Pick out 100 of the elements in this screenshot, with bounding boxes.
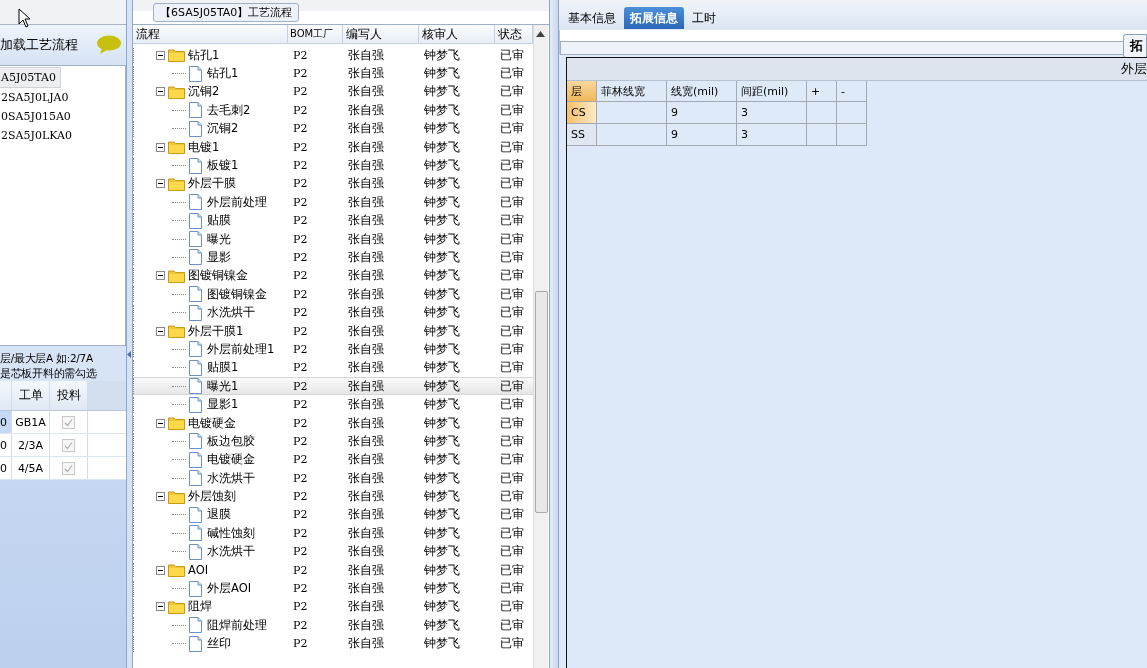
table-cell-text: 张自强 xyxy=(347,525,385,541)
side-button[interactable]: 拓 xyxy=(1123,34,1147,58)
table-cell-text: 钟梦飞 xyxy=(423,66,461,82)
table-row[interactable]: 板边包胶 P2 张自强 钟梦飞 已审 xyxy=(133,432,533,451)
table-cell-text: P2 xyxy=(292,582,309,595)
table-row[interactable]: 电镀1 P2 张自强 钟梦飞 已审 xyxy=(133,137,533,157)
table-cell-text: P2 xyxy=(292,251,309,264)
order-item[interactable]: A5J05TA0 xyxy=(0,67,62,88)
table-row[interactable]: 沉铜2 P2 张自强 钟梦飞 已审 xyxy=(133,82,533,102)
table-row[interactable]: 曝光 P2 张自强 钟梦飞 已审 xyxy=(133,229,533,249)
scrollbar[interactable] xyxy=(533,25,548,668)
step-name: 外层干膜1 xyxy=(188,323,244,339)
table-cell-text: 已审 xyxy=(499,378,525,394)
table-row[interactable]: 外层前处理 P2 张自强 钟梦飞 已审 xyxy=(133,193,533,212)
column-header[interactable]: - xyxy=(837,81,867,102)
scroll-up-icon[interactable] xyxy=(536,31,545,37)
collapse-toggle-icon[interactable] xyxy=(156,492,165,502)
table-cell: 3 xyxy=(737,102,807,124)
splitter-handle[interactable] xyxy=(549,0,559,668)
column-header[interactable]: 层 xyxy=(567,81,597,102)
collapse-toggle-icon[interactable] xyxy=(156,418,165,428)
table-cell-text: P2 xyxy=(292,195,309,209)
document-icon xyxy=(189,543,202,560)
document-icon xyxy=(189,580,202,597)
table-cell-text: 张自强 xyxy=(347,286,385,302)
collapse-toggle-icon[interactable] xyxy=(156,50,165,60)
step-name: 水洗烘干 xyxy=(207,544,255,560)
column-header[interactable]: 间距(mil) xyxy=(737,81,807,102)
table-row[interactable]: 电镀硬金 P2 张自强 钟梦飞 已审 xyxy=(133,450,533,469)
document-icon xyxy=(189,304,202,321)
order-item[interactable]: 2SA5J0LKA0 xyxy=(0,126,76,145)
tab[interactable]: 拓展信息 xyxy=(624,7,684,29)
column-header[interactable]: + xyxy=(807,81,837,102)
column-header[interactable]: 菲林线宽 xyxy=(597,81,667,102)
table-cell-text: 张自强 xyxy=(347,397,385,413)
column-header[interactable]: 线宽(mil) xyxy=(667,81,737,102)
table-row[interactable]: 外层蚀刻 P2 张自强 钟梦飞 已审 xyxy=(133,487,533,506)
collapse-toggle-icon[interactable] xyxy=(156,179,165,189)
collapse-toggle-icon[interactable] xyxy=(156,87,165,97)
table-row[interactable]: 钻孔1 P2 张自强 钟梦飞 已审 xyxy=(133,46,533,65)
splitter-handle[interactable] xyxy=(127,0,133,668)
table-cell-text: 张自强 xyxy=(347,47,385,63)
table-row[interactable]: 贴膜 P2 张自强 钟梦飞 已审 xyxy=(133,211,533,230)
tab[interactable]: 基本信息 xyxy=(562,7,622,29)
table-row[interactable]: 曝光1 P2 张自强 钟梦飞 已审 xyxy=(133,377,533,396)
table-row[interactable]: 外层干膜1 P2 张自强 钟梦飞 已审 xyxy=(133,321,533,341)
checkbox[interactable] xyxy=(62,461,75,475)
table-row[interactable]: 电镀硬金 P2 张自强 钟梦飞 已审 xyxy=(133,413,533,433)
table-row[interactable]: 退膜 P2 张自强 钟梦飞 已审 xyxy=(133,505,533,525)
step-name: 钻孔1 xyxy=(207,66,239,82)
table-row[interactable]: 去毛刺2 P2 张自强 钟梦飞 已审 xyxy=(133,101,533,120)
table-row[interactable]: 水洗烘干 P2 张自强 钟梦飞 已审 xyxy=(133,469,533,488)
table-row[interactable]: 图镀铜镍金 P2 张自强 钟梦飞 已审 xyxy=(133,266,533,286)
input-field[interactable] xyxy=(560,41,1123,55)
table-row[interactable]: 外层AOI P2 张自强 钟梦飞 已审 xyxy=(133,579,533,598)
checkbox[interactable] xyxy=(62,438,75,452)
table-row[interactable]: 阻焊前处理 P2 张自强 钟梦飞 已审 xyxy=(133,616,533,635)
collapse-toggle-icon[interactable] xyxy=(156,602,165,612)
order-item[interactable]: 0SA5J015A0 xyxy=(0,107,75,126)
collapse-toggle-icon[interactable] xyxy=(156,142,165,152)
table-cell-text: 张自强 xyxy=(347,102,385,118)
row-header[interactable]: CS xyxy=(567,102,597,124)
table-row[interactable]: 沉铜2 P2 张自强 钟梦飞 已审 xyxy=(133,119,533,138)
table-row[interactable]: 贴膜1 P2 张自强 钟梦飞 已审 xyxy=(133,358,533,378)
checkbox[interactable] xyxy=(62,415,75,429)
table-row[interactable]: 外层前处理1 P2 张自强 钟梦飞 已审 xyxy=(133,340,533,359)
table-row[interactable]: 碱性蚀刻 P2 张自强 钟梦飞 已审 xyxy=(133,524,533,543)
document-icon xyxy=(189,451,202,468)
table-row[interactable]: AOI P2 张自强 钟梦飞 已审 xyxy=(133,560,533,580)
table-cell-text: 张自强 xyxy=(347,378,385,394)
scroll-thumb[interactable] xyxy=(535,291,548,513)
table-cell-text: 钟梦飞 xyxy=(423,599,461,615)
table-row[interactable]: 板镀1 P2 张自强 钟梦飞 已审 xyxy=(133,156,533,175)
table-row[interactable]: 图镀铜镍金 P2 张自强 钟梦飞 已审 xyxy=(133,285,533,304)
table-row[interactable]: 显影1 P2 张自强 钟梦飞 已审 xyxy=(133,395,533,414)
row-header[interactable]: SS xyxy=(567,124,597,146)
table-cell-text: P2 xyxy=(292,490,309,504)
table-cell-text: 张自强 xyxy=(347,636,385,652)
table-row[interactable]: 钻孔1 P2 张自强 钟梦飞 已审 xyxy=(133,64,533,83)
table-cell-text: 已审 xyxy=(499,489,525,505)
table-row[interactable]: 水洗烘干 P2 张自强 钟梦飞 已审 xyxy=(133,303,533,322)
table-cell-text: 张自强 xyxy=(347,452,385,468)
table-cell-text: 已审 xyxy=(499,213,525,229)
table-row[interactable]: 显影 P2 张自强 钟梦飞 已审 xyxy=(133,248,533,267)
collapse-toggle-icon[interactable] xyxy=(156,326,165,336)
collapse-arrow-icon[interactable] xyxy=(127,350,131,358)
table-row[interactable]: 丝印 P2 张自强 钟梦飞 已审 xyxy=(133,634,533,653)
step-name: 外层干膜 xyxy=(188,176,236,192)
tab[interactable]: 工时 xyxy=(686,7,722,29)
table-cell-text: 已审 xyxy=(499,84,525,100)
table-cell-text: P2 xyxy=(292,637,309,651)
table-row[interactable]: 阻焊 P2 张自强 钟梦飞 已审 xyxy=(133,597,533,617)
order-item[interactable]: 2SA5J0LJA0 xyxy=(0,88,73,107)
table-cell-text: P2 xyxy=(292,85,309,99)
collapse-toggle-icon[interactable] xyxy=(156,565,165,575)
table-row[interactable]: 水洗烘干 P2 张自强 钟梦飞 已审 xyxy=(133,542,533,561)
document-icon xyxy=(189,231,202,248)
table-cell: GB1A xyxy=(12,411,50,433)
table-row[interactable]: 外层干膜 P2 张自强 钟梦飞 已审 xyxy=(133,174,533,194)
collapse-toggle-icon[interactable] xyxy=(156,271,165,281)
